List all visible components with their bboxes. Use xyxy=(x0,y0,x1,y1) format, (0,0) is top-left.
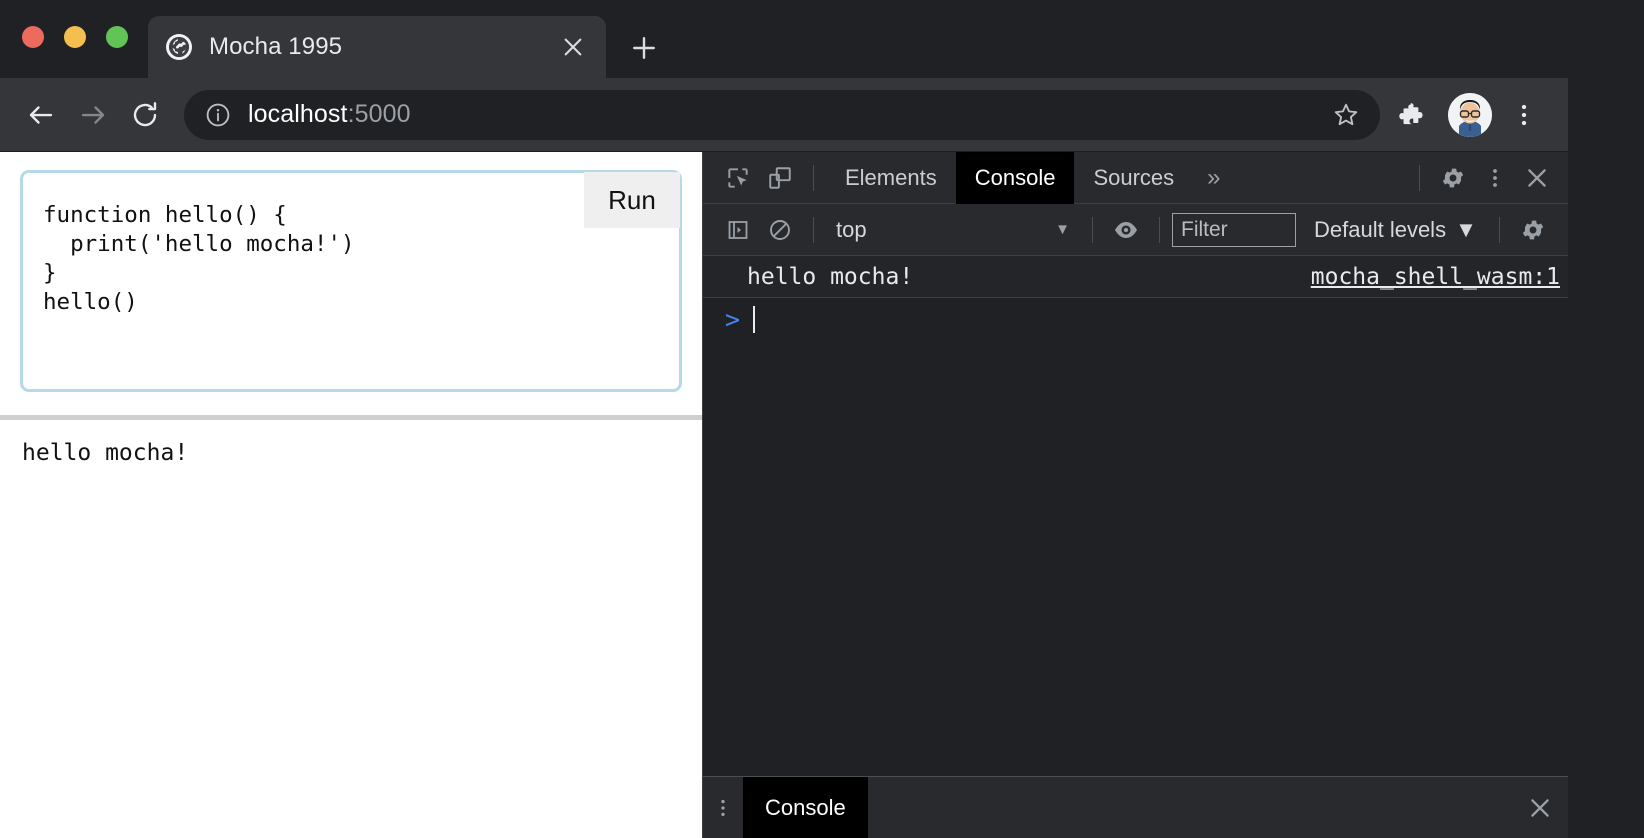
log-levels-dropdown[interactable]: Default levels ▼ xyxy=(1314,217,1477,243)
tab-elements[interactable]: Elements xyxy=(826,152,956,204)
code-text: function hello() { print('hello mocha!')… xyxy=(43,202,355,315)
console-message-text: hello mocha! xyxy=(747,263,914,290)
tab-strip: Mocha 1995 xyxy=(0,0,1568,78)
tab-title: Mocha 1995 xyxy=(209,33,343,60)
star-icon[interactable] xyxy=(1326,95,1366,135)
page-content: function hello() { print('hello mocha!')… xyxy=(0,152,702,838)
devtools-drawer: Console xyxy=(703,776,1568,838)
console-message-source-link[interactable]: mocha_shell_wasm:1 xyxy=(1311,264,1560,290)
devtools-panel: Elements Console Sources » top ▼ Filter … xyxy=(702,151,1568,838)
three-dot-menu-icon[interactable] xyxy=(703,777,743,838)
browser-tab[interactable]: Mocha 1995 xyxy=(148,16,606,78)
console-toolbar-separator-2 xyxy=(1092,216,1093,243)
url-port: :5000 xyxy=(347,100,411,128)
chevron-down-icon: ▼ xyxy=(1055,221,1070,238)
devtools-tabbar: Elements Console Sources » xyxy=(703,151,1568,204)
toolbar-separator xyxy=(813,164,814,191)
screen: Mocha 1995 localhost:5000 function hello… xyxy=(0,0,1644,838)
console-toolbar-separator xyxy=(813,216,814,243)
text-cursor xyxy=(753,305,755,333)
chevron-down-icon: ▼ xyxy=(1455,216,1477,242)
execution-context-value: top xyxy=(836,216,867,242)
window-close-button[interactable] xyxy=(22,26,44,48)
live-expression-icon[interactable] xyxy=(1105,209,1147,251)
avatar[interactable] xyxy=(1448,92,1492,137)
console-sidebar-icon[interactable] xyxy=(717,209,759,251)
program-output: hello mocha! xyxy=(22,440,189,466)
code-editor[interactable]: function hello() { print('hello mocha!')… xyxy=(20,170,682,392)
clear-console-icon[interactable] xyxy=(759,209,801,251)
browser-toolbar: localhost:5000 xyxy=(0,78,1568,152)
drawer-tab-console[interactable]: Console xyxy=(743,776,868,838)
forward-button[interactable] xyxy=(70,92,116,138)
toolbar-separator-right xyxy=(1419,164,1420,191)
tab-close-icon[interactable] xyxy=(558,32,588,62)
run-button[interactable]: Run xyxy=(584,172,680,228)
console-message-row[interactable]: hello mocha! mocha_shell_wasm:1 xyxy=(703,256,1568,298)
url-host: localhost xyxy=(248,100,348,128)
puzzle-icon[interactable] xyxy=(1386,89,1438,141)
three-dot-menu-icon[interactable] xyxy=(1498,89,1550,141)
reload-button[interactable] xyxy=(122,92,168,138)
gear-icon[interactable] xyxy=(1512,209,1554,251)
tab-console[interactable]: Console xyxy=(955,151,1075,204)
three-dot-menu-icon[interactable] xyxy=(1474,157,1516,199)
url-text: localhost:5000 xyxy=(248,100,1326,129)
page-divider xyxy=(0,415,702,420)
tab-sources[interactable]: Sources xyxy=(1074,152,1193,204)
console-prompt[interactable]: > xyxy=(703,298,1568,340)
inspect-element-icon[interactable] xyxy=(717,157,759,199)
window-maximize-button[interactable] xyxy=(106,26,128,48)
info-circle-icon[interactable] xyxy=(204,101,232,129)
more-tabs-button[interactable]: » xyxy=(1193,152,1234,204)
close-icon[interactable] xyxy=(1512,777,1568,838)
new-tab-button[interactable] xyxy=(622,26,666,70)
close-icon[interactable] xyxy=(1516,157,1558,199)
execution-context-dropdown[interactable]: top ▼ xyxy=(830,217,1080,243)
log-levels-label: Default levels xyxy=(1314,216,1447,242)
window-minimize-button[interactable] xyxy=(64,26,86,48)
console-toolbar-separator-3 xyxy=(1159,216,1160,243)
console-toolbar: top ▼ Filter Default levels ▼ xyxy=(703,204,1568,256)
filter-input[interactable]: Filter xyxy=(1172,212,1296,247)
console-toolbar-separator-4 xyxy=(1499,216,1500,243)
filter-placeholder: Filter xyxy=(1181,217,1228,241)
device-toolbar-icon[interactable] xyxy=(759,157,801,199)
devtools-right-icons xyxy=(1407,157,1568,199)
address-bar[interactable]: localhost:5000 xyxy=(184,89,1380,140)
console-messages-area[interactable]: hello mocha! mocha_shell_wasm:1 > xyxy=(703,256,1568,776)
gear-icon[interactable] xyxy=(1432,157,1474,199)
back-button[interactable] xyxy=(18,92,64,138)
editor-area: function hello() { print('hello mocha!')… xyxy=(20,170,682,392)
globe-icon xyxy=(166,34,192,60)
prompt-caret-icon: > xyxy=(725,304,741,334)
window-controls xyxy=(22,26,128,48)
